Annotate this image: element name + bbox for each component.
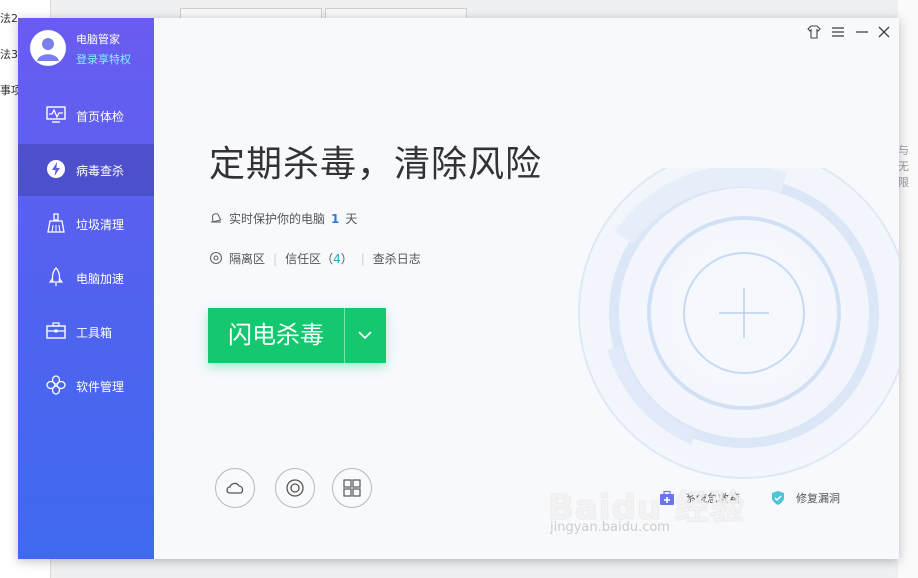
monitor-icon: [46, 106, 66, 123]
trust-zone-label: 信任区（: [285, 252, 334, 266]
sidebar-item-label: 工具箱: [76, 326, 113, 340]
user-avatar-icon: [31, 31, 65, 65]
sidebar-item-software-manager[interactable]: 软件管理: [18, 360, 154, 412]
sidebar-item-speed-up[interactable]: 电脑加速: [18, 252, 154, 304]
cloud-scan-button[interactable]: [215, 468, 255, 508]
rocket-icon: [48, 267, 64, 286]
trust-zone-link[interactable]: 信任区（4）: [285, 252, 353, 266]
cloud-icon: [226, 482, 244, 494]
main-panel: 定期杀毒，清除风险 实时保护你的电脑 1 天 隔离区 | 信任区（4） | 查杀日志 闪电杀…: [154, 18, 899, 559]
sidebar-item-label: 垃圾清理: [76, 218, 125, 232]
pc-manager-window: 电脑管家 登录享特权 首页体检 病毒查杀 垃圾清理 电脑加速 工具箱 软件管理 …: [18, 18, 899, 559]
close-icon[interactable]: [877, 25, 891, 39]
sidebar-item-label: 首页体检: [76, 110, 125, 124]
login-link[interactable]: 登录享特权: [76, 51, 131, 67]
protection-status: 实时保护你的电脑 1 天: [209, 210, 357, 227]
skin-icon[interactable]: [807, 25, 821, 39]
background-right-panel: 与无限: [898, 0, 918, 578]
sidebar-item-virus-scan[interactable]: 病毒查杀: [18, 144, 154, 196]
lightning-shield-icon: [47, 160, 65, 178]
page-title: 定期杀毒，清除风险: [209, 144, 543, 185]
sidebar-item-home-checkup[interactable]: 首页体检: [18, 90, 154, 142]
broom-icon: [47, 213, 65, 233]
quick-scan-label: 闪电杀毒: [228, 321, 324, 349]
software-icon: [46, 375, 66, 395]
sidebar: 电脑管家 登录享特权 首页体检 病毒查杀 垃圾清理 电脑加速 工具箱 软件管理: [18, 18, 154, 559]
menu-icon[interactable]: [831, 25, 845, 39]
minimize-icon[interactable]: [855, 25, 869, 39]
baidu-watermark-url: jingyan.baidu.com: [550, 520, 670, 535]
scan-links: 隔离区 | 信任区（4） | 查杀日志: [209, 250, 421, 267]
sidebar-item-label: 软件管理: [76, 380, 125, 394]
chevron-down-icon: [358, 331, 372, 340]
link-divider: |: [273, 252, 278, 266]
link-divider: |: [360, 252, 365, 266]
sidebar-item-toolbox[interactable]: 工具箱: [18, 306, 154, 358]
sidebar-item-label: 病毒查杀: [76, 164, 125, 178]
quick-scan-button[interactable]: 闪电杀毒: [208, 308, 386, 363]
windows-icon: [343, 479, 361, 497]
scan-log-link[interactable]: 查杀日志: [373, 252, 421, 266]
trust-zone-count: 4: [333, 252, 341, 266]
sidebar-item-junk-cleanup[interactable]: 垃圾清理: [18, 198, 154, 250]
background-text-line: 与无限: [898, 144, 909, 189]
toolbox-icon: [46, 322, 66, 339]
protection-days: 1: [331, 212, 340, 226]
user-name: 电脑管家: [76, 33, 120, 46]
fix-vulnerabilities-link[interactable]: 修复漏洞: [796, 490, 840, 506]
avatar[interactable]: [30, 30, 66, 66]
windows-scan-button[interactable]: [332, 468, 372, 508]
scan-options-dropdown[interactable]: [345, 308, 386, 363]
protection-text: 实时保护你的电脑: [229, 212, 326, 226]
background-text-line: 法2: [0, 12, 18, 25]
crosshair-icon: [209, 251, 223, 265]
radar-decoration: [578, 168, 899, 479]
target-icon: [286, 479, 304, 497]
quarantine-link[interactable]: 隔离区: [229, 252, 265, 266]
patch-shield-icon: [772, 491, 784, 505]
background-text-line: 法3: [0, 48, 18, 61]
protection-unit: 天: [345, 212, 358, 226]
sidebar-item-label: 电脑加速: [76, 272, 125, 286]
titlebar-controls: [807, 25, 891, 39]
custom-scan-button[interactable]: [275, 468, 315, 508]
bell-icon: [211, 213, 222, 223]
trust-zone-close: ）: [340, 252, 353, 266]
